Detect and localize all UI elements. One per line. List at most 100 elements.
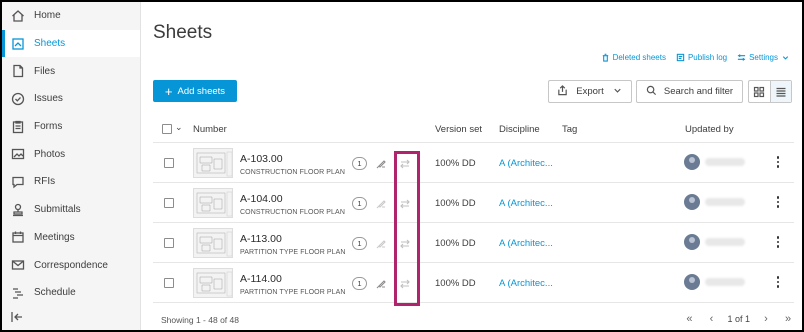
photos-icon (10, 146, 26, 162)
sidebar-item-label: Schedule (34, 287, 76, 299)
sidebar-item-issues[interactable]: Issues (2, 85, 140, 113)
sheet-number[interactable]: A-104.00 (240, 193, 283, 205)
table-row[interactable]: A-114.00 PARTITION TYPE FLOOR PLAN 1 100… (153, 263, 794, 303)
sheet-thumbnail[interactable] (193, 228, 233, 258)
sheet-title: CONSTRUCTION FLOOR PLAN (240, 209, 345, 216)
sheet-thumbnail[interactable] (193, 268, 233, 298)
list-icon (776, 87, 786, 97)
select-all-checkbox[interactable] (162, 124, 172, 134)
sheet-number[interactable]: A-113.00 (240, 233, 282, 245)
sidebar-item-label: Issues (34, 93, 63, 105)
sidebar-item-correspondence[interactable]: Correspondence (2, 251, 140, 279)
collapse-sidebar-icon[interactable] (10, 310, 24, 324)
version-set: 100% DD (435, 198, 476, 209)
deleted-sheets-link[interactable]: Deleted sheets (601, 53, 666, 62)
sheet-number[interactable]: A-114.00 (240, 273, 282, 285)
publish-log-link[interactable]: Publish log (676, 53, 727, 62)
avatar (684, 274, 700, 290)
export-icon (557, 84, 568, 99)
grid-view-button[interactable] (749, 81, 770, 102)
row-checkbox[interactable] (164, 198, 174, 208)
export-button[interactable]: Export (548, 80, 632, 103)
table-header: ⌄ Number Version set Discipline Tag Upda… (153, 116, 794, 143)
forms-icon (10, 119, 26, 135)
updated-by-name-blurred (705, 158, 745, 166)
avatar (684, 234, 700, 250)
settings-icon (737, 54, 746, 61)
version-set: 100% DD (435, 278, 476, 289)
sheet-thumbnail[interactable] (193, 188, 233, 218)
sheet-title: PARTITION TYPE FLOOR PLAN (240, 249, 346, 256)
sheets-table: ⌄ Number Version set Discipline Tag Upda… (153, 116, 794, 303)
sidebar-item-label: Files (34, 65, 56, 77)
more-options-icon[interactable] (773, 234, 783, 250)
sheet-thumbnail[interactable] (193, 148, 233, 178)
table-row[interactable]: A-113.00 PARTITION TYPE FLOOR PLAN 1 100… (153, 223, 794, 263)
list-view-button[interactable] (769, 81, 791, 102)
sidebar-item-sheets[interactable]: Sheets (2, 29, 140, 58)
table-row[interactable]: A-103.00 CONSTRUCTION FLOOR PLAN 1 100% … (153, 143, 794, 183)
sidebar-item-label: Correspondence (34, 259, 108, 271)
discipline-link[interactable]: A (Architec... (499, 238, 553, 249)
discipline-link[interactable]: A (Architec... (499, 198, 553, 209)
sheet-title: PARTITION TYPE FLOOR PLAN (240, 289, 346, 296)
more-options-icon[interactable] (773, 154, 783, 170)
sidebar-item-label: Meetings (34, 231, 75, 243)
version-badge[interactable]: 1 (352, 197, 367, 210)
discipline-link[interactable]: A (Architec... (499, 158, 553, 169)
markup-icon[interactable] (375, 278, 387, 290)
select-all-chevron-icon[interactable]: ⌄ (175, 122, 183, 133)
current-page: 1 (727, 314, 733, 324)
previous-page-icon[interactable]: ‹ (705, 313, 717, 325)
showing-count: Showing 1 - 48 of 48 (161, 315, 239, 325)
search-and-filter-button[interactable]: Search and filter (636, 80, 743, 103)
annotation-highlight-box (394, 151, 420, 306)
updated-by-name-blurred (705, 238, 745, 246)
row-checkbox[interactable] (164, 158, 174, 168)
version-badge[interactable]: 1 (352, 237, 367, 250)
column-header-number[interactable]: Number (193, 124, 227, 135)
table-footer: Showing 1 - 48 of 48 « ‹ 1 of 1 › » (153, 311, 794, 330)
sheet-number[interactable]: A-103.00 (240, 153, 283, 165)
last-page-icon[interactable]: » (782, 313, 794, 325)
next-page-icon[interactable]: › (760, 313, 772, 325)
sidebar-item-submittals[interactable]: Submittals (2, 196, 140, 224)
calendar-icon (10, 229, 26, 245)
sidebar-item-schedule[interactable]: Schedule (2, 279, 140, 307)
avatar (684, 154, 700, 170)
row-checkbox[interactable] (164, 238, 174, 248)
sidebar-item-home[interactable]: Home (2, 2, 140, 30)
table-row[interactable]: A-104.00 CONSTRUCTION FLOOR PLAN 1 100% … (153, 183, 794, 223)
add-sheets-button[interactable]: + Add sheets (153, 80, 237, 102)
log-icon (676, 53, 685, 62)
markup-icon[interactable] (375, 198, 387, 210)
discipline-link[interactable]: A (Architec... (499, 278, 553, 289)
submittals-icon (10, 202, 26, 218)
first-page-icon[interactable]: « (683, 313, 695, 325)
file-icon (10, 63, 26, 79)
version-set: 100% DD (435, 158, 476, 169)
sidebar-item-forms[interactable]: Forms (2, 113, 140, 141)
column-header-discipline[interactable]: Discipline (499, 124, 540, 135)
column-header-version-set[interactable]: Version set (435, 124, 482, 135)
sidebar-item-meetings[interactable]: Meetings (2, 224, 140, 252)
main-content: Sheets Deleted sheets Publish log Settin… (142, 2, 802, 330)
version-set: 100% DD (435, 238, 476, 249)
more-options-icon[interactable] (773, 194, 783, 210)
version-badge[interactable]: 1 (352, 157, 367, 170)
version-badge[interactable]: 1 (352, 277, 367, 290)
column-header-updated-by[interactable]: Updated by (685, 124, 734, 135)
sidebar-item-label: Submittals (34, 204, 81, 216)
sidebar-item-photos[interactable]: Photos (2, 140, 140, 168)
settings-link[interactable]: Settings (737, 53, 790, 62)
markup-icon[interactable] (375, 158, 387, 170)
home-icon (10, 8, 26, 24)
sidebar-item-files[interactable]: Files (2, 57, 140, 85)
more-options-icon[interactable] (773, 274, 783, 290)
row-checkbox[interactable] (164, 278, 174, 288)
column-header-tag[interactable]: Tag (562, 124, 577, 135)
markup-icon[interactable] (375, 238, 387, 250)
grid-icon (754, 86, 765, 97)
page-title: Sheets (153, 22, 213, 43)
sidebar-item-rfis[interactable]: RFIs (2, 168, 140, 196)
